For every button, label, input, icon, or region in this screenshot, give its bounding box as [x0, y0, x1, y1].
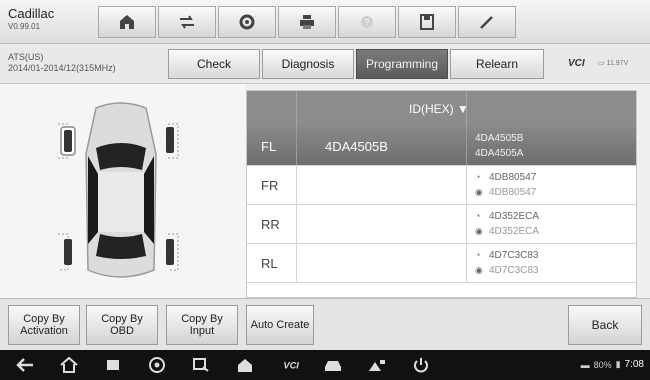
sensor-id: 4D352ECA — [489, 211, 540, 222]
help-button[interactable]: ? — [338, 6, 396, 38]
save-icon — [420, 14, 434, 30]
print-icon — [300, 15, 314, 29]
software-version: V0.99.01 — [8, 22, 41, 31]
obd-icon: ◉ — [475, 226, 483, 236]
table-header: ID(HEX) ▼ — [247, 91, 636, 127]
sensor-id-list: 4DA4505B 4DA4505A — [467, 127, 636, 165]
auto-create-button[interactable]: Auto Create — [246, 305, 314, 345]
current-sensor-id — [297, 166, 467, 204]
vci-icon[interactable]: VCI — [278, 355, 306, 375]
current-sensor-id — [297, 205, 467, 243]
home-icon[interactable] — [58, 355, 80, 375]
back-button[interactable]: Back — [568, 305, 642, 345]
wireless-icon: ◔ — [475, 172, 481, 182]
settings-icon — [239, 14, 255, 30]
vehicle-info: Cadillac V0.99.01 — [8, 6, 54, 32]
table-row[interactable]: RR ◔ 4D352ECA ◉ 4D352ECA — [247, 205, 636, 244]
vehicle-swap-button[interactable] — [158, 6, 216, 38]
help-icon: ? — [361, 16, 373, 28]
system-name: ATS(US) — [8, 52, 44, 62]
screenshot-icon[interactable] — [190, 355, 212, 375]
sensor-id: 4DA4505B — [475, 133, 524, 144]
wireless-icon: ◔ — [475, 211, 481, 221]
car-top-view-image — [58, 102, 179, 278]
system-info: ATS(US) 2014/01-2014/12(315MHz) — [8, 52, 116, 74]
table-row[interactable]: FL 4DA4505B 4DA4505B 4DA4505A — [247, 127, 636, 166]
wheel-position: FR — [247, 166, 297, 204]
svg-text:VCI: VCI — [283, 361, 299, 371]
tab-programming[interactable]: Programming — [356, 49, 448, 79]
settings-button[interactable] — [218, 6, 276, 38]
edit-button[interactable] — [458, 6, 516, 38]
print-button[interactable] — [278, 6, 336, 38]
wheel-position: FL — [247, 127, 297, 165]
copy-by-obd-button[interactable]: Copy By OBD — [86, 305, 158, 345]
sensor-id-list: ◔ 4D7C3C83 ◉ 4D7C3C83 — [467, 244, 636, 282]
clock: 7:08 — [624, 359, 644, 370]
system-navigation-bar: VCI ▬ 80% ▮ 7:08 — [0, 350, 650, 380]
battery-voltage: ▭ 11.97V — [598, 59, 628, 67]
obd-icon: ◉ — [475, 187, 483, 197]
table-row[interactable]: FR ◔ 4DB80547 ◉ 4DB80547 — [247, 166, 636, 205]
vehicle-diagram — [0, 84, 246, 298]
wireless-icon: ◔ — [475, 250, 481, 260]
main-content: ID(HEX) ▼ FL 4DA4505B 4DA4505B 4DA4505A … — [0, 84, 650, 298]
recent-apps-icon[interactable] — [102, 355, 124, 375]
id-hex-header-label: ID(HEX) ▼ — [409, 102, 469, 116]
sensor-id: 4DA4505A — [475, 148, 524, 159]
copy-by-activation-button[interactable]: Copy By Activation — [8, 305, 80, 345]
tab-relearn[interactable]: Relearn — [450, 49, 544, 79]
vehicle-make: Cadillac — [8, 6, 55, 21]
svg-text:?: ? — [365, 18, 370, 27]
home-button[interactable] — [98, 6, 156, 38]
maxisys-home-icon[interactable] — [234, 355, 256, 375]
power-icon[interactable] — [410, 355, 432, 375]
sensor-id-list: ◔ 4D352ECA ◉ 4D352ECA — [467, 205, 636, 243]
sensor-id: 4D7C3C83 — [489, 250, 539, 261]
wheel-position: RR — [247, 205, 297, 243]
current-sensor-id — [297, 244, 467, 282]
table-row[interactable]: RL ◔ 4D7C3C83 ◉ 4D7C3C83 — [247, 244, 636, 283]
sensor-id: 4DB80547 — [489, 172, 537, 183]
browser-icon[interactable] — [146, 355, 168, 375]
current-sensor-id: 4DA4505B — [297, 127, 467, 165]
obd-icon: ◉ — [475, 265, 483, 275]
save-button[interactable] — [398, 6, 456, 38]
battery-voltage-value: 11.97V — [606, 60, 629, 67]
tpms-id-table: ID(HEX) ▼ FL 4DA4505B 4DA4505B 4DA4505A … — [246, 90, 637, 298]
action-bar: Copy By Activation Copy By OBD Copy By I… — [0, 298, 650, 350]
sensor-id: 4DB80547 — [489, 187, 537, 198]
edit-icon — [480, 16, 493, 29]
vehicle-icon[interactable] — [322, 355, 344, 375]
tab-check[interactable]: Check — [168, 49, 260, 79]
vci-label: VCI — [568, 58, 585, 69]
model-range: 2014/01-2014/12(315MHz) — [8, 63, 116, 73]
tab-diagnosis[interactable]: Diagnosis — [262, 49, 354, 79]
status-area: ▬ 80% ▮ 7:08 — [581, 359, 644, 370]
wheel-position: RL — [247, 244, 297, 282]
shop-manager-icon[interactable] — [366, 355, 388, 375]
battery-icon: ▭ — [598, 60, 605, 67]
home-icon — [120, 15, 134, 29]
sensor-id: 4D352ECA — [489, 226, 540, 237]
battery-percent: 80% — [593, 359, 612, 370]
function-bar: ATS(US) 2014/01-2014/12(315MHz) Check Di… — [0, 44, 650, 84]
battery-icon: ▮ — [615, 359, 621, 369]
back-arrow-icon[interactable] — [14, 355, 36, 375]
sensor-id: 4D7C3C83 — [489, 265, 539, 276]
copy-by-input-button[interactable]: Copy By Input — [166, 305, 238, 345]
chat-icon: ▬ — [580, 359, 590, 370]
id-hex-column-header[interactable]: ID(HEX) ▼ — [409, 91, 636, 127]
vehicle-swap-icon — [180, 15, 194, 29]
sensor-id-list: ◔ 4DB80547 ◉ 4DB80547 — [467, 166, 636, 204]
top-toolbar: Cadillac V0.99.01 ? — [0, 0, 650, 44]
